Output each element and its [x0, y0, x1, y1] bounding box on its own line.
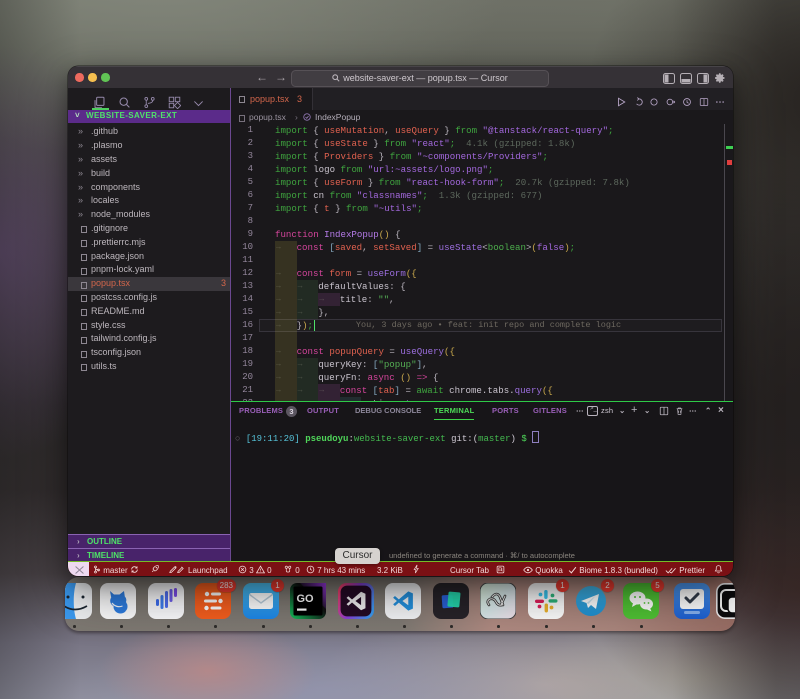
svg-text:GO: GO [297, 593, 315, 605]
